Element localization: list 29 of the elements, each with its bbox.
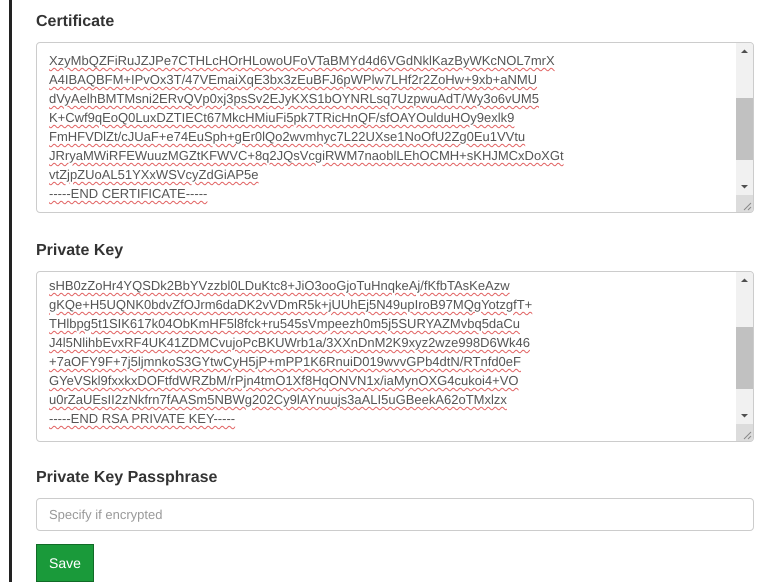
scroll-thumb[interactable] [736,98,753,160]
text-line: gKQe+H5UQNK0bdvZfOJrm6daDK2vVDmR5k+jUUhEj5N49upIroB97MQgYotzgfT+ [49,296,532,314]
resize-grip-icon[interactable] [736,424,753,441]
text-line: GYeVSkl9fxxkxDOFtfdWRZbM/rPjn4tmO1Xf8HqONVN1x/iaMynOXG4cukoi4+VO [49,372,518,390]
text-line: -----END RSA PRIVATE KEY----- [49,410,236,428]
section-heading: Private Key [36,240,124,261]
text-line: u0rZaUEsII2zNkfrn7fAASm5NBWg202Cy9lAYnuujs3aALI5uGBeekA62oTMxlzx [49,390,507,409]
text-line: FmHFVDlZt/cJUaF+e74EuSph+gEr0lQo2wvmhyc7L22UXse1NoOfU2Zg0Eu1VVtu [49,128,526,146]
private-key-field[interactable] [36,270,754,442]
text-line: THlbpg5t1SIK617k04ObKmHF5l8fck+ru545sVmpeezh0m5j5SURYAZMvbq5daCu [49,314,520,333]
resize-grip-icon[interactable] [736,194,753,212]
text-line: sHB0zZoHr4YQSDk2BbYVzzbl0LDuKtc8+JiO3ooGjoTuHnqkeAj/fKfbTAsKeAzw [49,276,510,295]
text-line: J4l5NlihbEvxRF4UK41ZDMCvujoPcBKUWrb1a/3XXnDnM2K9xyz2wze998D6Wk46 [49,334,530,352]
scroll-thumb[interactable] [736,326,753,389]
text-line: -----END CERTIFICATE----- [49,185,208,203]
certificate-field[interactable] [36,42,754,213]
text-line: XzyMbQZFiRuJZJPe7CTHLcHOrHLowoUFoVTaBMYd4d6VGdNklKazByWKcNOL7mrX [49,52,555,70]
text-line: K+Cwf9qEoQ0LuxDZTIECt67MkcHMiuFi5pk7TRicHnQF/sfOAYOulduHOy9exlk9 [49,109,514,127]
text-line: JRryaMWiRFEWuuzMGZtKFWVC+8q2JQsVcgiRWM7naoblLEhOCMH+sKHJMCxDoXGt [49,147,564,165]
save-button[interactable]: Save [36,544,94,582]
section-heading: Certificate [36,12,116,32]
text-line: vtZjpZUoAL51YXxWSVcyZdGiAP5e [49,166,259,184]
scrollbar[interactable] [736,43,753,212]
section-heading: Private Key Passphrase [36,468,218,488]
text-line: A4IBAQBFM+IPvOx3T/47VEmaiXqE3bx3zEuBFJ6pWPlw7LHf2r2ZoHw+9xb+aNMU [49,71,538,89]
scrollbar[interactable] [736,272,753,441]
passphrase-field[interactable]: Specify if encrypted [36,498,754,532]
text-line: dVyAelhBMTMsni2ERvQVp0xj3psSv2EJyKXS1bOYNRLsq7UzpwuAdT/Wy3o6vUM5 [49,90,539,108]
text-line: +7aOFY9F+7j5ljmnkoS3GYtwCyH5jP+mPP1K6RnuiD019wvvGPb4dtN/RTnfd0eF [49,352,521,371]
